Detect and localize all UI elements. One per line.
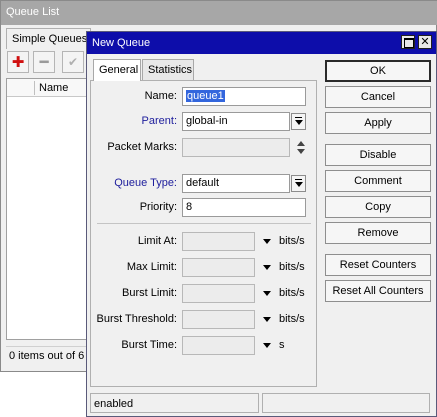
separator: [97, 223, 311, 224]
limit-at-label: Limit At:: [137, 235, 177, 247]
burst-time-dropdown-icon[interactable]: [263, 343, 271, 348]
limit-at-field[interactable]: [182, 232, 255, 251]
max-limit-label: Max Limit:: [126, 261, 177, 273]
burst-time-label: Burst Time:: [121, 339, 177, 351]
burst-threshold-field[interactable]: [182, 310, 255, 329]
burst-threshold-dropdown-icon[interactable]: [263, 317, 271, 322]
tab-statistics[interactable]: Statistics: [142, 59, 194, 80]
apply-button[interactable]: Apply: [325, 112, 431, 134]
priority-field[interactable]: 8: [182, 198, 306, 217]
name-label: Name:: [144, 90, 177, 102]
queue-type-dropdown-icon[interactable]: [291, 175, 306, 192]
limit-at-row: Limit At: bits/s: [91, 232, 318, 252]
name-field[interactable]: queue1: [182, 87, 306, 106]
burst-limit-field[interactable]: [182, 284, 255, 303]
queue-table: Name: [6, 78, 88, 340]
queue-list-status: 0 items out of 6: [6, 346, 88, 366]
max-limit-field[interactable]: [182, 258, 255, 277]
burst-time-unit: s: [279, 339, 285, 351]
burst-time-field[interactable]: [182, 336, 255, 355]
remove-button[interactable]: Remove: [325, 222, 431, 244]
max-limit-row: Max Limit: bits/s: [91, 258, 318, 278]
burst-threshold-row: Burst Threshold: bits/s: [91, 310, 318, 330]
packet-marks-label: Packet Marks:: [107, 141, 177, 153]
parent-label: Parent:: [141, 115, 177, 127]
disable-button[interactable]: Disable: [325, 144, 431, 166]
packet-marks-field[interactable]: [182, 138, 290, 157]
limit-at-unit: bits/s: [279, 235, 305, 247]
reset-counters-button[interactable]: Reset Counters: [325, 254, 431, 276]
column-header-name[interactable]: Name: [39, 82, 68, 94]
name-row: Name: queue1: [91, 87, 318, 107]
parent-row: Parent: global-in: [91, 112, 318, 132]
priority-label: Priority:: [139, 201, 177, 213]
name-value: queue1: [186, 90, 225, 102]
general-form: Name: queue1 Parent: global-in Packet Ma…: [90, 80, 317, 387]
minus-icon[interactable]: ━: [33, 51, 55, 73]
burst-threshold-label: Burst Threshold:: [96, 313, 177, 325]
check-icon[interactable]: ✔: [62, 51, 84, 73]
burst-threshold-unit: bits/s: [279, 313, 305, 325]
table-header: Name: [7, 79, 87, 97]
queue-type-row: Queue Type: default: [91, 174, 318, 194]
cancel-button[interactable]: Cancel: [325, 86, 431, 108]
burst-limit-unit: bits/s: [279, 287, 305, 299]
priority-row: Priority: 8: [91, 198, 318, 218]
burst-limit-row: Burst Limit: bits/s: [91, 284, 318, 304]
plus-icon[interactable]: ✚: [7, 51, 29, 73]
reset-all-counters-button[interactable]: Reset All Counters: [325, 280, 431, 302]
packet-marks-row: Packet Marks:: [91, 138, 318, 158]
close-icon[interactable]: ✕: [418, 35, 432, 49]
parent-dropdown-icon[interactable]: [291, 113, 306, 130]
updown-icon[interactable]: [296, 139, 308, 157]
dialog-title[interactable]: New Queue: [87, 32, 436, 54]
burst-time-row: Burst Time: s: [91, 336, 318, 356]
ok-button[interactable]: OK: [325, 60, 431, 82]
max-limit-unit: bits/s: [279, 261, 305, 273]
dialog-status: enabled: [90, 393, 259, 413]
copy-button[interactable]: Copy: [325, 196, 431, 218]
burst-limit-dropdown-icon[interactable]: [263, 291, 271, 296]
dialog-status-secondary: [262, 393, 430, 413]
tab-general[interactable]: General: [93, 59, 141, 81]
column-separator: [34, 81, 35, 95]
maximize-icon[interactable]: [401, 35, 415, 49]
burst-limit-label: Burst Limit:: [121, 287, 177, 299]
queue-type-select[interactable]: default: [182, 174, 290, 193]
queue-list-title: Queue List: [1, 1, 437, 25]
max-limit-dropdown-icon[interactable]: [263, 265, 271, 270]
comment-button[interactable]: Comment: [325, 170, 431, 192]
limit-at-dropdown-icon[interactable]: [263, 239, 271, 244]
new-queue-dialog: New Queue ✕ General Statistics Name: que…: [86, 31, 437, 417]
tab-simple-queues[interactable]: Simple Queues: [6, 28, 91, 49]
parent-select[interactable]: global-in: [182, 112, 290, 131]
queue-type-label: Queue Type:: [114, 177, 177, 189]
